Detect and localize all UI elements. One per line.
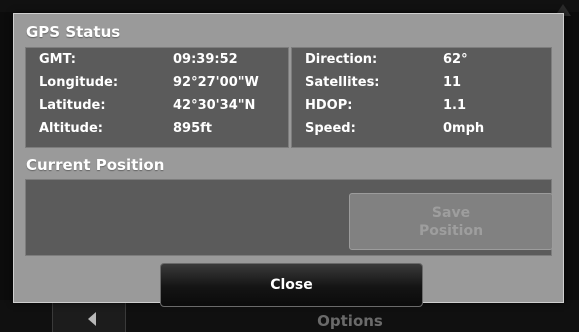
direction-row: Direction: 62° (292, 52, 551, 74)
longitude-row: Longitude: 92°27'00"W (26, 75, 288, 97)
gmt-row: GMT: 09:39:52 (26, 52, 288, 74)
altitude-value: 895ft (173, 121, 213, 136)
satellites-value: 11 (443, 75, 462, 90)
gps-right-panel: Direction: 62° Satellites: 11 HDOP: 1.1 … (291, 47, 552, 148)
close-button-label: Close (270, 277, 313, 293)
longitude-value: 92°27'00"W (173, 75, 259, 90)
close-button[interactable]: Close (160, 263, 423, 307)
altitude-row: Altitude: 895ft (26, 121, 288, 143)
latitude-value: 42°30'34"N (173, 98, 256, 113)
satellites-label: Satellites: (305, 75, 380, 90)
longitude-label: Longitude: (39, 75, 119, 90)
options-tab-label[interactable]: Options (300, 312, 400, 330)
save-position-label-line2: Position (418, 222, 484, 239)
direction-label: Direction: (305, 52, 378, 67)
altitude-label: Altitude: (39, 121, 103, 136)
gmt-value: 09:39:52 (173, 52, 238, 67)
hdop-value: 1.1 (443, 98, 467, 113)
latitude-row: Latitude: 42°30'34"N (26, 98, 288, 120)
hdop-row: HDOP: 1.1 (292, 98, 551, 120)
satellites-row: Satellites: 11 (292, 75, 551, 97)
gmt-label: GMT: (39, 52, 76, 67)
current-position-title: Current Position (26, 156, 165, 174)
back-arrow-icon (88, 312, 96, 326)
hdop-label: HDOP: (305, 98, 353, 113)
latitude-label: Latitude: (39, 98, 106, 113)
save-position-label-line1: Save (431, 204, 471, 221)
speed-value: 0mph (443, 121, 485, 136)
speed-row: Speed: 0mph (292, 121, 551, 143)
gps-status-dialog: GPS Status GMT: 09:39:52 Longitude: 92°2… (13, 13, 564, 307)
gps-status-title: GPS Status (26, 23, 121, 41)
speed-label: Speed: (305, 121, 356, 136)
app-top-bar (0, 0, 579, 12)
save-position-button[interactable]: Save Position (349, 193, 553, 250)
direction-value: 62° (443, 52, 468, 67)
gps-left-panel: GMT: 09:39:52 Longitude: 92°27'00"W Lati… (25, 47, 289, 148)
